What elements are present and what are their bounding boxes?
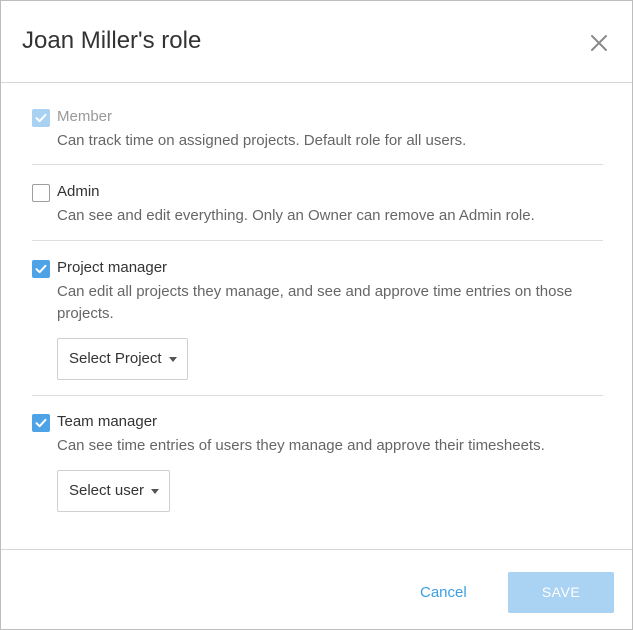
role-member: Member Can track time on assigned projec… (32, 108, 603, 152)
chevron-down-icon (169, 357, 177, 362)
cancel-button[interactable]: Cancel (420, 584, 467, 601)
role-name: Project manager (57, 259, 168, 276)
admin-checkbox[interactable] (32, 184, 50, 202)
chevron-down-icon (151, 489, 159, 494)
check-icon (35, 418, 47, 428)
close-button[interactable] (587, 31, 611, 55)
divider (32, 240, 603, 241)
check-icon (35, 264, 47, 274)
project-manager-checkbox[interactable] (32, 260, 50, 278)
check-icon (35, 113, 47, 123)
divider (32, 395, 603, 396)
role-description: Can track time on assigned projects. Def… (57, 132, 467, 149)
role-name: Team manager (57, 413, 158, 430)
select-project-dropdown[interactable]: Select Project (57, 338, 188, 380)
role-dialog: Joan Miller's role Member Can track time… (0, 0, 633, 630)
close-icon (591, 35, 607, 51)
role-description: Can see and edit everything. Only an Own… (57, 207, 535, 224)
role-name: Admin (57, 183, 100, 200)
select-project-label: Select Project (69, 350, 162, 367)
role-description: Can see time entries of users they manag… (57, 437, 545, 454)
save-button[interactable]: SAVE (508, 572, 614, 613)
role-description: Can edit all projects they manage, and s… (57, 283, 573, 322)
footer-divider (1, 549, 632, 550)
member-checkbox[interactable] (32, 109, 50, 127)
dialog-header: Joan Miller's role (1, 1, 632, 83)
select-user-label: Select user (69, 482, 145, 499)
role-name: Member (57, 108, 113, 125)
role-team-manager: Team manager Can see time entries of use… (32, 413, 603, 457)
divider (32, 164, 603, 165)
select-user-dropdown[interactable]: Select user (57, 470, 170, 512)
dialog-title: Joan Miller's role (22, 27, 202, 54)
team-manager-checkbox[interactable] (32, 414, 50, 432)
role-project-manager: Project manager Can edit all projects th… (32, 259, 603, 325)
role-admin: Admin Can see and edit everything. Only … (32, 183, 603, 227)
